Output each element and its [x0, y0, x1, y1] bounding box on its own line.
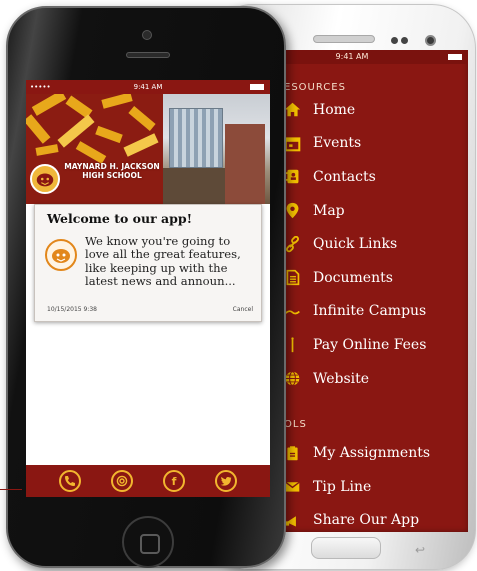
status-time: 9:41 AM: [133, 83, 163, 91]
back-phone-camera: [425, 35, 436, 46]
back-phone-home-button[interactable]: [311, 537, 381, 559]
menu-item-label: Quick Links: [313, 236, 398, 253]
bottom-nav-bar: f: [26, 465, 270, 497]
menu-item-label: Events: [313, 135, 362, 152]
cancel-button[interactable]: Cancel: [233, 306, 253, 313]
facebook-icon[interactable]: f: [163, 470, 185, 492]
menu-item-label: Pay Online Fees: [313, 336, 427, 353]
back-phone-sensor: [401, 37, 408, 44]
front-home-button[interactable]: [122, 516, 174, 568]
jaguar-logo-icon: [30, 164, 60, 194]
battery-icon: [448, 54, 462, 60]
twitter-icon[interactable]: [215, 470, 237, 492]
back-arrow-icon[interactable]: ↩: [415, 543, 425, 557]
school-building-photo: [163, 94, 270, 204]
welcome-notification-card[interactable]: Welcome to our app! We know you're going…: [34, 204, 262, 322]
notification-body-line: like keeping up with the: [85, 260, 228, 275]
battery-icon: [250, 84, 264, 90]
notification-body-line: We know you're going to: [85, 234, 231, 248]
at-sign-icon[interactable]: [111, 470, 133, 492]
menu-item-label: Website: [313, 370, 370, 387]
school-name-line1: MAYNARD H. JACKSON: [64, 162, 160, 171]
phone-icon[interactable]: [59, 470, 81, 492]
front-camera: [142, 30, 152, 40]
school-logo-graphic: MAYNARD H. JACKSON HIGH SCHOOL: [26, 94, 163, 204]
school-hero-banner: MAYNARD H. JACKSON HIGH SCHOOL: [26, 94, 270, 204]
school-name: MAYNARD H. JACKSON HIGH SCHOOL: [62, 162, 162, 180]
status-bar: ••••• 9:41 AM: [26, 80, 270, 94]
back-phone-sensor: [391, 37, 398, 44]
notification-body-line: love all the great features,: [85, 247, 241, 262]
notification-date: 10/15/2015 9:38: [47, 306, 97, 313]
menu-item-label: Tip Line: [313, 478, 372, 495]
back-phone-speaker: [313, 35, 375, 43]
menu-item-label: Documents: [313, 269, 393, 286]
menu-item-label: Share Our App: [313, 512, 420, 529]
status-time: 9:41 AM: [335, 52, 369, 61]
app-home-screen: ••••• 9:41 AM MAYNARD H. JACKSON HIGH SC…: [26, 80, 270, 497]
front-speaker: [126, 52, 170, 58]
notification-body-line: latest news and announ...: [85, 273, 236, 288]
jaguar-logo-icon: [45, 239, 77, 271]
menu-item-label: Map: [313, 202, 345, 219]
school-name-line2: HIGH SCHOOL: [82, 171, 142, 180]
menu-item-label: My Assignments: [313, 445, 431, 462]
notification-body: We know you're going to love all the gre…: [85, 234, 257, 288]
menu-item-label: Infinite Campus: [313, 303, 427, 320]
notification-title: Welcome to our app!: [47, 211, 193, 226]
menu-item-label: Home: [313, 101, 356, 118]
facebook-glyph: f: [171, 474, 177, 488]
decorative-line: [0, 489, 22, 490]
menu-item-label: Contacts: [313, 168, 376, 185]
